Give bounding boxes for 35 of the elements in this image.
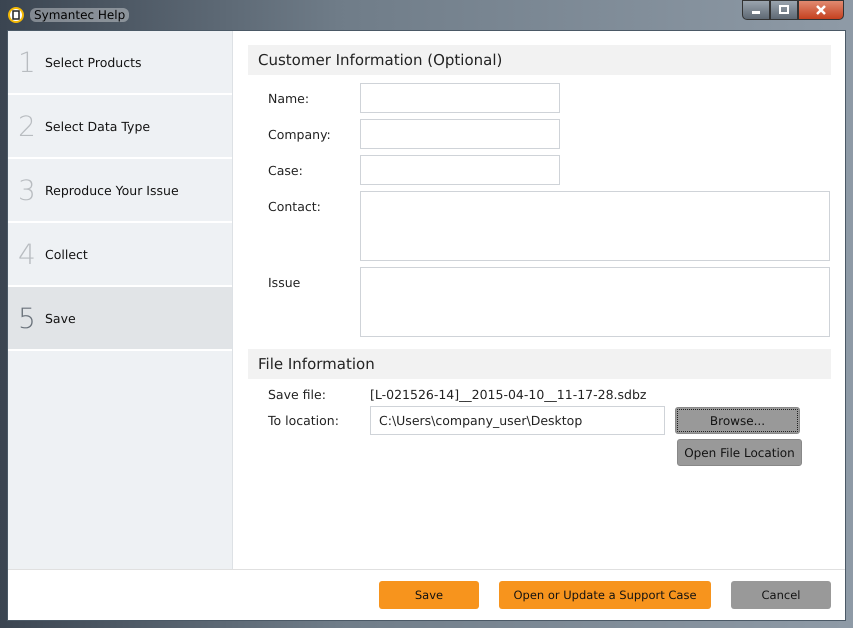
- minimize-button[interactable]: [742, 0, 770, 20]
- field-label: Save file:: [268, 387, 327, 402]
- step-number: 5: [18, 302, 37, 334]
- step-label: Collect: [45, 246, 88, 262]
- footer-button[interactable]: Cancel: [731, 581, 831, 609]
- location-field[interactable]: C:\Users\company_user\Desktop: [370, 406, 665, 435]
- section-header: Customer Information (Optional): [248, 45, 831, 75]
- maximize-icon: [779, 5, 789, 15]
- section-header: File Information: [248, 349, 831, 379]
- footer-button[interactable]: Open or Update a Support Case: [499, 581, 711, 609]
- field-label: Case:: [268, 162, 304, 178]
- footer-button[interactable]: Save: [379, 581, 479, 609]
- field-label: To location:: [268, 413, 340, 428]
- input-field[interactable]: [360, 119, 560, 149]
- step-label: Select Products: [45, 54, 142, 70]
- field-label: Contact:: [268, 198, 322, 214]
- app-icon: [8, 7, 24, 23]
- field-label: Issue: [268, 274, 302, 290]
- file-name: [L-021526-14]__2015-04-10__11-17-28.sdbz: [370, 387, 646, 402]
- step-item[interactable]: 5 Save: [8, 287, 232, 351]
- text-area[interactable]: [360, 267, 830, 337]
- close-button[interactable]: [798, 0, 844, 20]
- text-area[interactable]: [360, 191, 830, 261]
- close-icon: [815, 5, 827, 15]
- maximize-button[interactable]: [770, 0, 798, 20]
- window-title: Symantec Help: [30, 8, 130, 22]
- open-file-location-button[interactable]: Open File Location: [677, 439, 802, 466]
- step-label: Save: [45, 310, 76, 326]
- step-label: Reproduce Your Issue: [45, 182, 179, 198]
- input-field[interactable]: [360, 155, 560, 185]
- browse-button[interactable]: Browse...: [675, 407, 800, 434]
- step-label: Select Data Type: [45, 118, 150, 134]
- input-field[interactable]: [360, 83, 560, 113]
- field-label: Company:: [268, 126, 332, 142]
- field-label: Name:: [268, 90, 310, 106]
